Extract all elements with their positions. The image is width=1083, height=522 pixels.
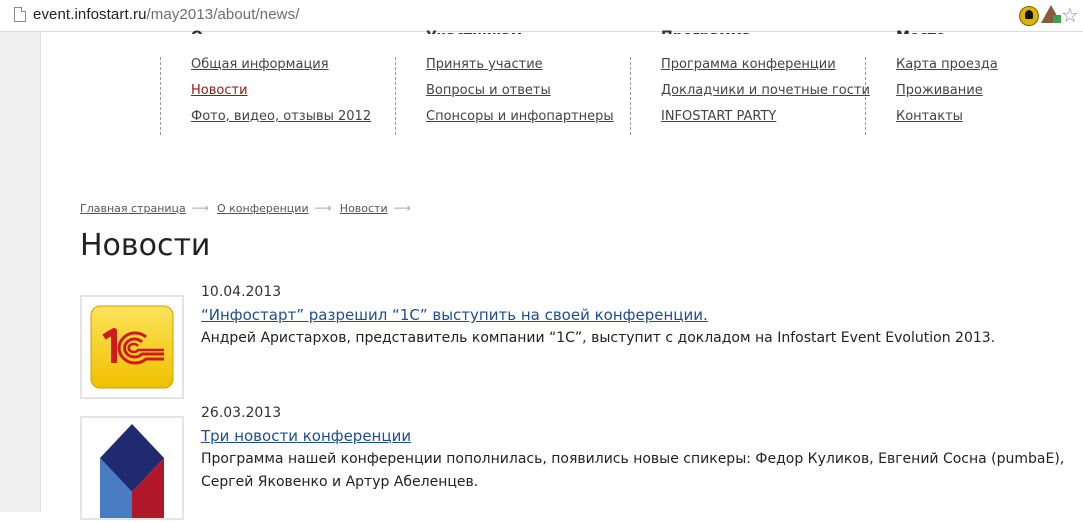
menu-link-party[interactable]: INFOSTART PARTY [661, 109, 776, 124]
infostart-diamond-logo-icon [100, 424, 164, 518]
bookmark-star-icon[interactable]: ☆ [1061, 3, 1079, 27]
page-icon [14, 7, 26, 22]
breadcrumb-news[interactable]: Новости [340, 202, 388, 215]
news-date: 26.03.2013 [201, 405, 282, 421]
menu-link-speakers[interactable]: Докладчики и почетные гости [661, 83, 870, 98]
menu-column-participants: Участникам Принять участие Вопросы и отв… [395, 29, 614, 135]
menu-column-venue: Место проведения Карта проезда Проживани… [865, 29, 998, 135]
breadcrumb-arrow-icon: ⟶ [314, 201, 332, 215]
breadcrumb-arrow-icon: ⟶ [191, 201, 209, 215]
news-text: Андрей Аристархов, представитель компани… [201, 330, 996, 346]
page-title: Новости [80, 228, 211, 263]
extension-avatar-icon[interactable] [1019, 6, 1039, 26]
menu-heading[interactable]: Участникам [426, 23, 522, 34]
extension-pyramid-icon[interactable] [1041, 5, 1061, 23]
menu-link-news[interactable]: Новости [191, 83, 248, 98]
breadcrumb-home[interactable]: Главная страница [80, 202, 186, 215]
menu-link-photo-video[interactable]: Фото, видео, отзывы 2012 [191, 109, 371, 124]
news-title-link[interactable]: “Инфостарт” разрешил “1С” выступить на с… [201, 306, 708, 324]
breadcrumb-arrow-icon: ⟶ [393, 201, 411, 215]
menu-heading[interactable]: О конференции [191, 23, 302, 34]
news-text: Программа нашей конференции пополнилась,… [201, 451, 1065, 490]
menu-link-accommodation[interactable]: Проживание [896, 83, 983, 98]
news-thumbnail[interactable] [80, 295, 184, 399]
url-path: /may2013/about/news/ [146, 6, 300, 23]
url-host: event.infostart.ru [33, 6, 147, 23]
menu-link-participate[interactable]: Принять участие [426, 57, 543, 72]
menu-link-sponsors[interactable]: Спонсоры и инфопартнеры [426, 109, 614, 124]
menu-column-program: Программа Программа конференции Докладчи… [630, 29, 870, 135]
url-field[interactable]: event.infostart.ru/may2013/about/news/ [33, 6, 299, 23]
menu-heading[interactable]: Программа [661, 23, 751, 34]
news-date: 10.04.2013 [201, 284, 282, 300]
menu-link-general-info[interactable]: Общая информация [191, 57, 329, 72]
menu-link-contacts[interactable]: Контакты [896, 109, 963, 124]
breadcrumb-about[interactable]: О конференции [217, 202, 309, 215]
1c-logo-icon [90, 305, 174, 389]
menu-link-map[interactable]: Карта проезда [896, 57, 998, 72]
menu-column-about: О конференции Общая информация Новости Ф… [160, 29, 371, 135]
menu-link-faq[interactable]: Вопросы и ответы [426, 83, 551, 98]
news-thumbnail[interactable] [80, 416, 184, 520]
menu-heading[interactable]: Место проведения [896, 23, 993, 34]
page-left-margin [0, 32, 41, 512]
news-title-link[interactable]: Три новости конференции [201, 427, 411, 445]
breadcrumb: Главная страница ⟶ О конференции ⟶ Новости ⟶ [80, 201, 419, 215]
menu-link-program[interactable]: Программа конференции [661, 57, 836, 72]
